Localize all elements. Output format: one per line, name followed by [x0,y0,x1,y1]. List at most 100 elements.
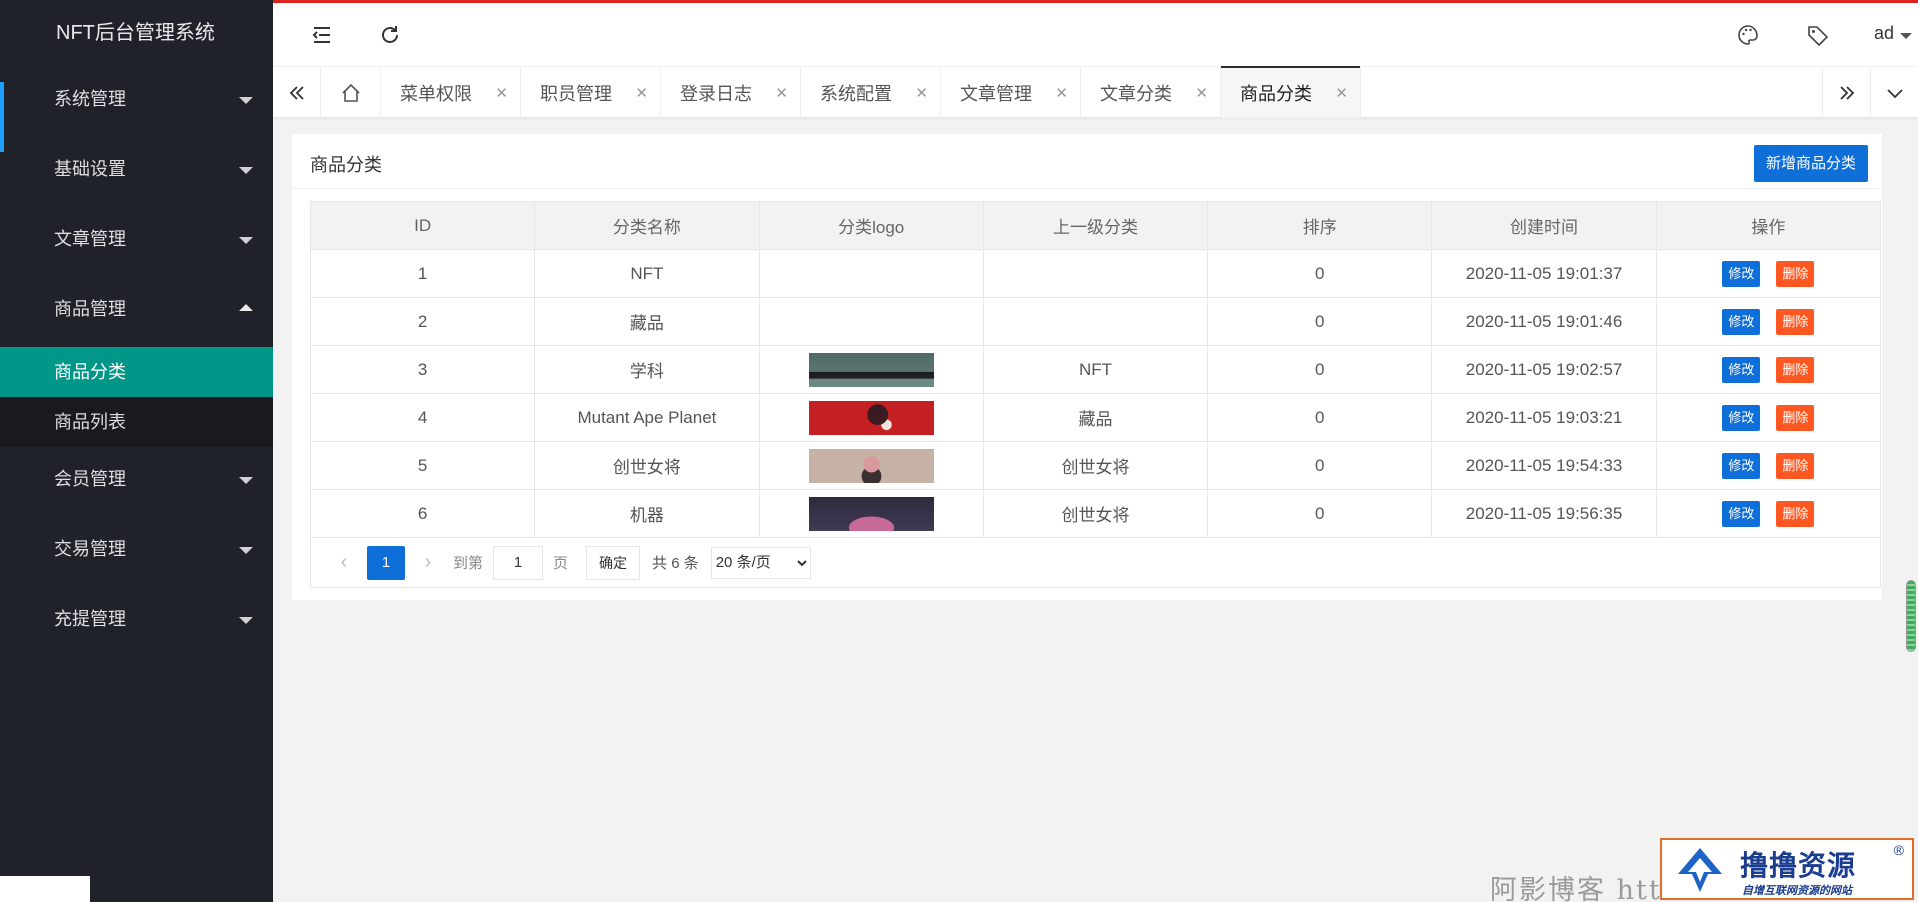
cell-created: 2020-11-05 19:02:57 [1431,345,1657,394]
chevron-up-icon [239,304,253,311]
goto-suffix-label: 页 [553,555,569,572]
cell-name: Mutant Ape Planet [534,393,760,442]
category-logo-image[interactable] [808,496,934,531]
tab-menu-permissions[interactable]: 菜单权限 ✕ [381,67,521,118]
column-header[interactable]: ID [309,201,536,250]
cell-name: NFT [534,249,760,298]
close-icon[interactable]: ✕ [775,84,788,102]
table-row: 3 学科 NFT 0 2020-11-05 19:02:57 修改 删除 [309,345,1882,394]
add-category-button[interactable]: 新增商品分类 [1753,145,1868,182]
cell-logo [758,297,984,346]
cell-id: 2 [309,297,536,346]
delete-button[interactable]: 删除 [1776,500,1815,527]
cell-logo [758,441,984,490]
table-row: 6 机器 创世女将 0 2020-11-05 19:56:35 修改 删除 [309,489,1882,538]
tab-login-log[interactable]: 登录日志 ✕ [661,67,801,118]
tab-list: 菜单权限 ✕ 职员管理 ✕ 登录日志 ✕ 系统配置 ✕ 文章管理 ✕ 文章分类 … [321,66,1361,118]
sidebar-item-articles[interactable]: 文章管理 [0,207,273,277]
column-header[interactable]: 分类名称 [534,201,760,250]
close-icon[interactable]: ✕ [1335,84,1348,102]
close-icon[interactable]: ✕ [1195,84,1208,102]
sidebar-item-label: 会员管理 [54,469,126,489]
cell-name: 藏品 [534,297,760,346]
column-header[interactable]: 排序 [1207,201,1433,250]
tab-article-category[interactable]: 文章分类 ✕ [1081,67,1221,118]
tab-articles[interactable]: 文章管理 ✕ [941,67,1081,118]
column-header[interactable]: 操作 [1655,201,1882,250]
badge-subtitle: 自增互联网资源的网站 [1742,885,1852,897]
goto-page-input[interactable] [493,545,544,580]
category-logo-image[interactable] [808,352,934,387]
close-icon[interactable]: ✕ [1055,84,1068,102]
palette-icon[interactable] [1736,23,1760,47]
edit-button[interactable]: 修改 [1722,452,1761,479]
user-menu[interactable]: ad [1874,23,1918,44]
sidebar-item-members[interactable]: 会员管理 [0,447,273,517]
cell-actions: 修改 删除 [1655,393,1882,442]
tab-label: 文章分类 [1100,83,1172,104]
page-number-current[interactable]: 1 [367,545,405,580]
sidebar-item-trades[interactable]: 交易管理 [0,517,273,587]
sidebar-item-products[interactable]: 商品管理 [0,277,273,347]
tabs-scroll-left-icon[interactable] [273,67,321,118]
cell-logo [758,249,984,298]
tab-home[interactable] [321,67,381,118]
tabs-menu-chevron-down-icon[interactable] [1870,67,1918,118]
column-header[interactable]: 上一级分类 [982,201,1209,250]
page-scrollbar[interactable] [1906,580,1916,652]
user-name: ad [1873,23,1894,43]
cell-id: 5 [309,441,536,490]
column-header[interactable]: 创建时间 [1431,201,1657,250]
category-logo-image[interactable] [808,400,934,435]
products-submenu: 商品分类 商品列表 [0,347,273,447]
close-icon[interactable]: ✕ [635,84,648,102]
tag-icon[interactable] [1806,23,1830,47]
cell-parent: 创世女将 [982,489,1209,538]
close-icon[interactable]: ✕ [495,84,508,102]
sidebar-subitem-product-category[interactable]: 商品分类 [0,347,273,397]
badge-logo-icon [1678,848,1722,892]
page-title: 商品分类 [310,155,382,175]
cell-logo [758,489,984,538]
edit-button[interactable]: 修改 [1722,356,1761,383]
cell-id: 4 [309,393,536,442]
chevron-down-icon [1900,33,1912,39]
cell-id: 3 [309,345,536,394]
sidebar-item-deposit-withdraw[interactable]: 充提管理 [0,587,273,657]
tab-system-config[interactable]: 系统配置 ✕ [801,67,941,118]
cell-name: 学科 [534,345,760,394]
table-row: 2 藏品 0 2020-11-05 19:01:46 修改 删除 [309,297,1882,346]
category-table: ID 分类名称 分类logo 上一级分类 排序 创建时间 操作 1 NFT 0 … [309,201,1882,538]
edit-button[interactable]: 修改 [1722,404,1761,431]
sidebar-item-basic-settings[interactable]: 基础设置 [0,137,273,207]
tab-staff[interactable]: 职员管理 ✕ [521,67,661,118]
goto-confirm-button[interactable]: 确定 [586,545,641,580]
delete-button[interactable]: 删除 [1776,404,1815,431]
cell-name: 机器 [534,489,760,538]
sidebar-item-system[interactable]: 系统管理 [0,67,273,152]
cell-logo [758,345,984,394]
tabs-scroll-right-icon[interactable] [1822,67,1870,118]
edit-button[interactable]: 修改 [1722,500,1761,527]
prev-page-icon[interactable]: ‹ [329,551,359,574]
delete-button[interactable]: 删除 [1776,356,1815,383]
cell-actions: 修改 删除 [1655,345,1882,394]
delete-button[interactable]: 删除 [1776,308,1815,335]
edit-button[interactable]: 修改 [1722,260,1761,287]
sidebar-item-label: 商品管理 [54,299,126,319]
delete-button[interactable]: 删除 [1776,452,1815,479]
sidebar-item-label: 基础设置 [54,159,126,179]
close-icon[interactable]: ✕ [915,84,928,102]
tab-product-category[interactable]: 商品分类 ✕ [1221,66,1361,118]
page-size-select[interactable]: 10 条/页 20 条/页 30 条/页 50 条/页 [710,546,811,579]
next-page-icon[interactable]: › [413,551,443,574]
edit-button[interactable]: 修改 [1722,308,1761,335]
tab-label: 职员管理 [540,83,612,104]
column-header[interactable]: 分类logo [758,201,984,250]
table-row: 5 创世女将 创世女将 0 2020-11-05 19:54:33 修改 删除 [309,441,1882,490]
sidebar-subitem-product-list[interactable]: 商品列表 [0,397,273,447]
delete-button[interactable]: 删除 [1776,260,1815,287]
category-logo-image[interactable] [808,448,934,483]
refresh-icon[interactable] [378,23,402,47]
menu-collapse-icon[interactable] [310,23,334,47]
